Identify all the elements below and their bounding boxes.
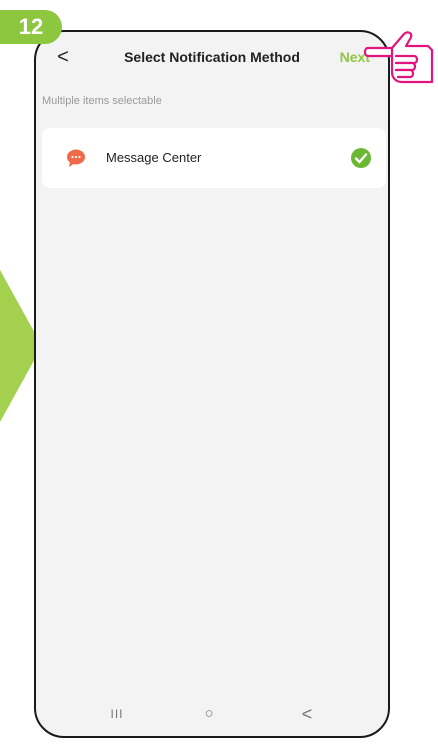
recents-button[interactable]: III	[102, 702, 132, 726]
selection-hint: Multiple items selectable	[42, 95, 162, 107]
recents-icon: III	[110, 707, 124, 721]
back-icon: <	[301, 704, 313, 724]
list-item-label: Message Center	[106, 150, 202, 165]
check-circle-icon[interactable]	[350, 147, 372, 169]
system-navigation-bar: III ○ <	[36, 692, 388, 736]
phone-frame: < Select Notification Method Next Multip…	[34, 30, 390, 738]
step-number-badge: 12	[0, 10, 62, 44]
app-header: < Select Notification Method Next	[36, 32, 388, 84]
page-title: Select Notification Method	[124, 49, 300, 65]
system-back-button[interactable]: <	[292, 702, 322, 726]
list-item-message-center[interactable]: Message Center	[42, 128, 386, 188]
home-icon: ○	[204, 705, 214, 722]
home-button[interactable]: ○	[194, 702, 224, 726]
pointing-hand-icon	[363, 31, 434, 84]
message-bubble-icon	[67, 149, 85, 167]
